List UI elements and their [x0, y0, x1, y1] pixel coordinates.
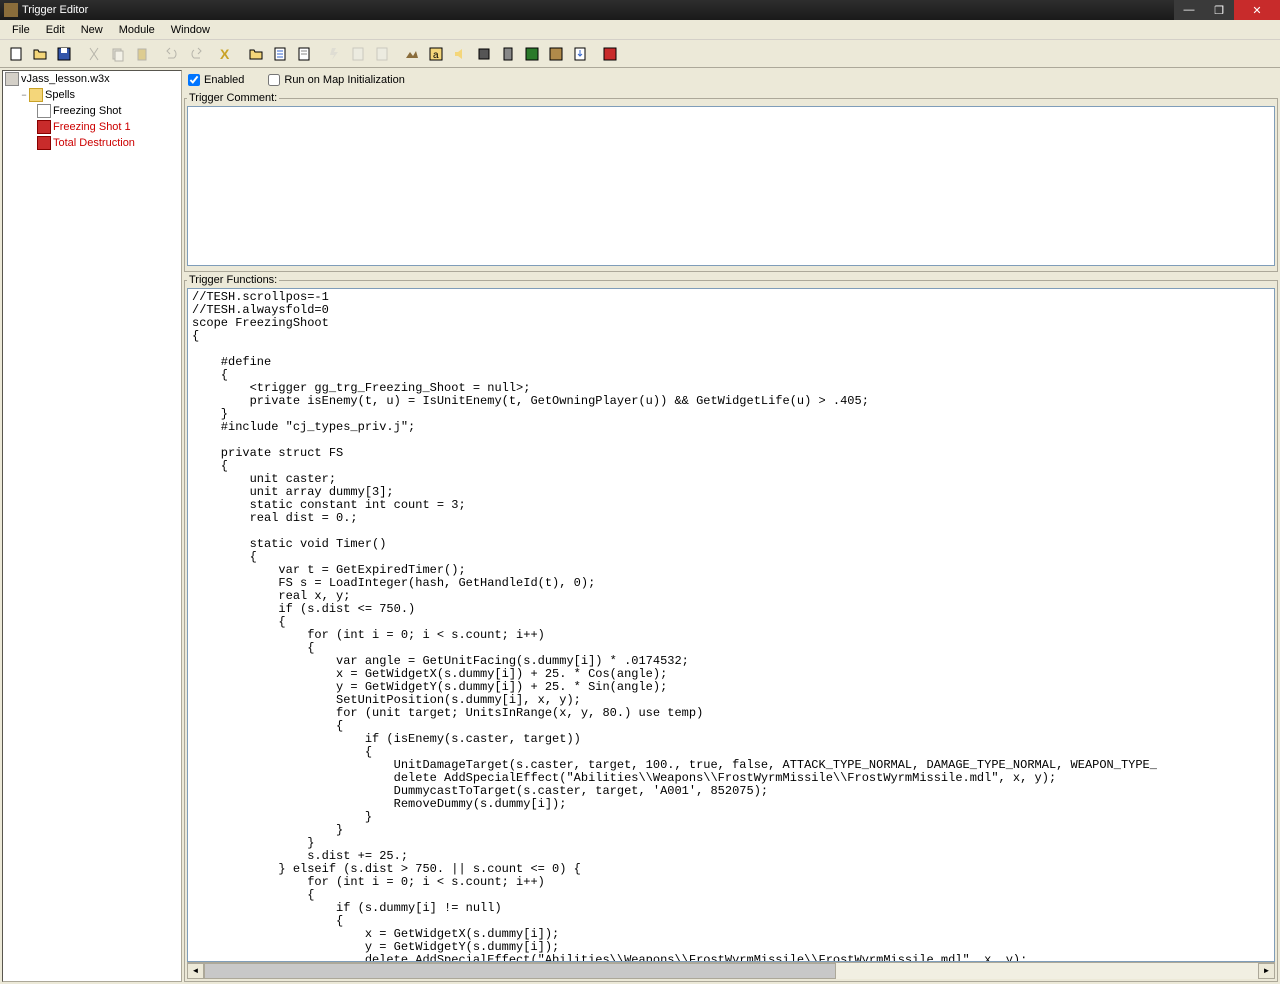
tree-trigger-label: Freezing Shot — [53, 105, 121, 117]
variables-button[interactable]: X — [214, 42, 238, 66]
trigger-comment-legend: Trigger Comment: — [187, 92, 279, 104]
trigger-editor-button[interactable]: a — [424, 42, 448, 66]
horizontal-scrollbar[interactable]: ◄ ► — [187, 962, 1275, 979]
tree-trigger-freezing-shot-1[interactable]: Freezing Shot 1 — [3, 119, 181, 135]
toolbar: X a — [0, 40, 1280, 68]
close-button[interactable]: ✕ — [1234, 0, 1280, 20]
copy-button — [106, 42, 130, 66]
trigger-options-row: Enabled Run on Map Initialization — [184, 70, 1278, 90]
terrain-editor-button[interactable] — [400, 42, 424, 66]
code-text[interactable]: //TESH.scrollpos=-1 //TESH.alwaysfold=0 … — [188, 289, 1274, 962]
window-title: Trigger Editor — [22, 4, 1174, 16]
main-area: vJass_lesson.w3x − Spells Freezing Shot … — [0, 68, 1280, 984]
ai-editor-button[interactable] — [520, 42, 544, 66]
trigger-functions-fieldset: Trigger Functions: //TESH.scrollpos=-1 /… — [184, 274, 1278, 982]
new-comment-button[interactable] — [292, 42, 316, 66]
run-on-init-checkbox[interactable] — [268, 74, 280, 86]
save-button[interactable] — [52, 42, 76, 66]
maximize-button[interactable]: ❐ — [1204, 0, 1234, 20]
window-controls: — ❐ ✕ — [1174, 0, 1280, 20]
enabled-checkbox-label[interactable]: Enabled — [188, 74, 244, 86]
trigger-tree[interactable]: vJass_lesson.w3x − Spells Freezing Shot … — [2, 70, 182, 982]
sound-editor-button[interactable] — [448, 42, 472, 66]
menu-module[interactable]: Module — [111, 22, 163, 38]
enabled-text: Enabled — [204, 74, 244, 86]
map-icon — [5, 72, 19, 86]
new-trigger-button[interactable] — [268, 42, 292, 66]
tree-map-root[interactable]: vJass_lesson.w3x — [3, 71, 181, 87]
tree-trigger-freezing-shot[interactable]: Freezing Shot — [3, 103, 181, 119]
scroll-thumb[interactable] — [204, 963, 836, 979]
enabled-checkbox[interactable] — [188, 74, 200, 86]
menu-new[interactable]: New — [73, 22, 111, 38]
trigger-error-icon — [37, 136, 51, 150]
tree-trigger-label: Total Destruction — [53, 137, 135, 149]
test-map-button[interactable] — [598, 42, 622, 66]
code-editor[interactable]: //TESH.scrollpos=-1 //TESH.alwaysfold=0 … — [187, 288, 1275, 962]
tree-map-label: vJass_lesson.w3x — [21, 73, 110, 85]
svg-text:X: X — [220, 46, 230, 62]
campaign-editor-button[interactable] — [496, 42, 520, 66]
trigger-detail-panel: Enabled Run on Map Initialization Trigge… — [184, 70, 1278, 982]
trigger-icon — [37, 104, 51, 118]
collapse-icon[interactable]: − — [19, 90, 29, 100]
tree-folder-spells[interactable]: − Spells — [3, 87, 181, 103]
redo-button — [184, 42, 208, 66]
tree-trigger-label: Freezing Shot 1 — [53, 121, 131, 133]
tree-folder-label: Spells — [45, 89, 75, 101]
scroll-left-arrow[interactable]: ◄ — [187, 963, 204, 979]
trigger-error-icon — [37, 120, 51, 134]
minimize-button[interactable]: — — [1174, 0, 1204, 20]
menu-edit[interactable]: Edit — [38, 22, 73, 38]
undo-button — [160, 42, 184, 66]
app-icon — [4, 3, 18, 17]
trigger-functions-legend: Trigger Functions: — [187, 274, 279, 286]
titlebar: Trigger Editor — ❐ ✕ — [0, 0, 1280, 20]
trigger-comment-input[interactable] — [187, 106, 1275, 266]
new-condition-button — [346, 42, 370, 66]
new-event-button — [322, 42, 346, 66]
import-manager-button[interactable] — [568, 42, 592, 66]
run-on-init-label[interactable]: Run on Map Initialization — [268, 74, 404, 86]
menu-window[interactable]: Window — [163, 22, 218, 38]
scroll-track[interactable] — [204, 963, 1258, 979]
tree-trigger-total-destruction[interactable]: Total Destruction — [3, 135, 181, 151]
paste-button — [130, 42, 154, 66]
new-file-button[interactable] — [4, 42, 28, 66]
object-editor-button[interactable] — [472, 42, 496, 66]
object-manager-button[interactable] — [544, 42, 568, 66]
new-action-button — [370, 42, 394, 66]
folder-icon — [29, 88, 43, 102]
menu-file[interactable]: File — [4, 22, 38, 38]
scroll-right-arrow[interactable]: ► — [1258, 963, 1275, 979]
run-on-init-text: Run on Map Initialization — [284, 74, 404, 86]
trigger-comment-fieldset: Trigger Comment: — [184, 92, 1278, 272]
new-category-button[interactable] — [244, 42, 268, 66]
open-button[interactable] — [28, 42, 52, 66]
cut-button — [82, 42, 106, 66]
menubar: File Edit New Module Window — [0, 20, 1280, 40]
svg-text:a: a — [433, 50, 439, 61]
